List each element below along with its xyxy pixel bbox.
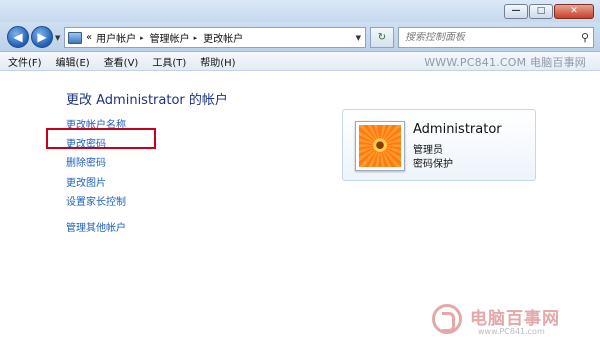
link-change-picture[interactable]: 更改图片: [66, 174, 106, 189]
control-panel-icon: [68, 31, 82, 44]
brand-logo-icon: [432, 304, 462, 334]
avatar: [355, 121, 405, 171]
main-content: 更改 Administrator 的帐户 更改帐户名称 更改密码 删除密码 更改…: [0, 71, 600, 348]
brand-url: www.PC841.com: [478, 327, 545, 336]
chevron-right-icon[interactable]: ▸: [194, 34, 198, 42]
menu-tools[interactable]: 工具(T): [144, 54, 192, 69]
close-button[interactable]: ✕: [554, 4, 594, 19]
arrow-right-icon: ▶: [37, 30, 47, 44]
password-status: 密码保护: [413, 159, 453, 170]
user-account-card: Administrator 管理员 密码保护: [342, 109, 536, 181]
highlight-box: [46, 128, 156, 149]
menu-help[interactable]: 帮助(H): [192, 54, 241, 69]
menu-file[interactable]: 文件(F): [0, 54, 48, 69]
minimize-icon: —: [511, 6, 521, 16]
flower-picture-icon: [359, 125, 401, 167]
search-box[interactable]: ⚲: [398, 27, 594, 48]
close-icon: ✕: [570, 6, 578, 16]
page-title: 更改 Administrator 的帐户: [66, 93, 228, 108]
watermark-text: WWW.PC841.COM 电脑百事网: [424, 56, 586, 69]
watermark-logo: 电脑百事网 www.PC841.com: [432, 302, 592, 342]
menu-bar: 文件(F) 编辑(E) 查看(V) 工具(T) 帮助(H) WWW.PC841.…: [0, 52, 600, 71]
minimize-button[interactable]: —: [504, 4, 528, 19]
breadcrumb-change-account[interactable]: 更改帐户: [203, 30, 243, 45]
maximize-button[interactable]: □: [529, 4, 553, 19]
maximize-icon: □: [536, 6, 546, 16]
forward-button[interactable]: ▶: [31, 26, 53, 48]
menu-view[interactable]: 查看(V): [96, 54, 145, 69]
breadcrumb-overflow[interactable]: «: [86, 32, 92, 43]
navigation-bar: ◀ ▶ ▼ « 用户帐户 ▸ 管理帐户 ▸ 更改帐户 ▼ ↻ ⚲: [0, 22, 600, 52]
link-parental-controls[interactable]: 设置家长控制: [66, 193, 126, 208]
refresh-button[interactable]: ↻: [370, 27, 394, 48]
search-input[interactable]: [405, 32, 575, 43]
breadcrumb-manage-accounts[interactable]: 管理帐户: [150, 30, 190, 45]
search-icon[interactable]: ⚲: [581, 31, 589, 44]
menu-edit[interactable]: 编辑(E): [48, 54, 96, 69]
arrow-left-icon: ◀: [13, 30, 23, 44]
refresh-icon: ↻: [377, 32, 387, 43]
address-dropdown-icon[interactable]: ▼: [356, 34, 361, 42]
chevron-right-icon[interactable]: ▸: [140, 34, 144, 42]
brand-name: 电脑百事网: [470, 309, 560, 329]
account-type: 管理员: [413, 145, 443, 156]
account-name: Administrator: [413, 122, 502, 137]
window-controls: — □ ✕: [504, 4, 594, 19]
recent-pages-dropdown-icon[interactable]: ▼: [55, 34, 60, 42]
breadcrumb-user-accounts[interactable]: 用户帐户: [96, 30, 136, 45]
link-remove-password[interactable]: 删除密码: [66, 154, 106, 169]
title-bar: — □ ✕: [0, 0, 600, 22]
address-bar[interactable]: « 用户帐户 ▸ 管理帐户 ▸ 更改帐户 ▼: [64, 27, 366, 48]
link-manage-other-accounts[interactable]: 管理其他帐户: [66, 219, 126, 234]
back-button[interactable]: ◀: [7, 26, 29, 48]
